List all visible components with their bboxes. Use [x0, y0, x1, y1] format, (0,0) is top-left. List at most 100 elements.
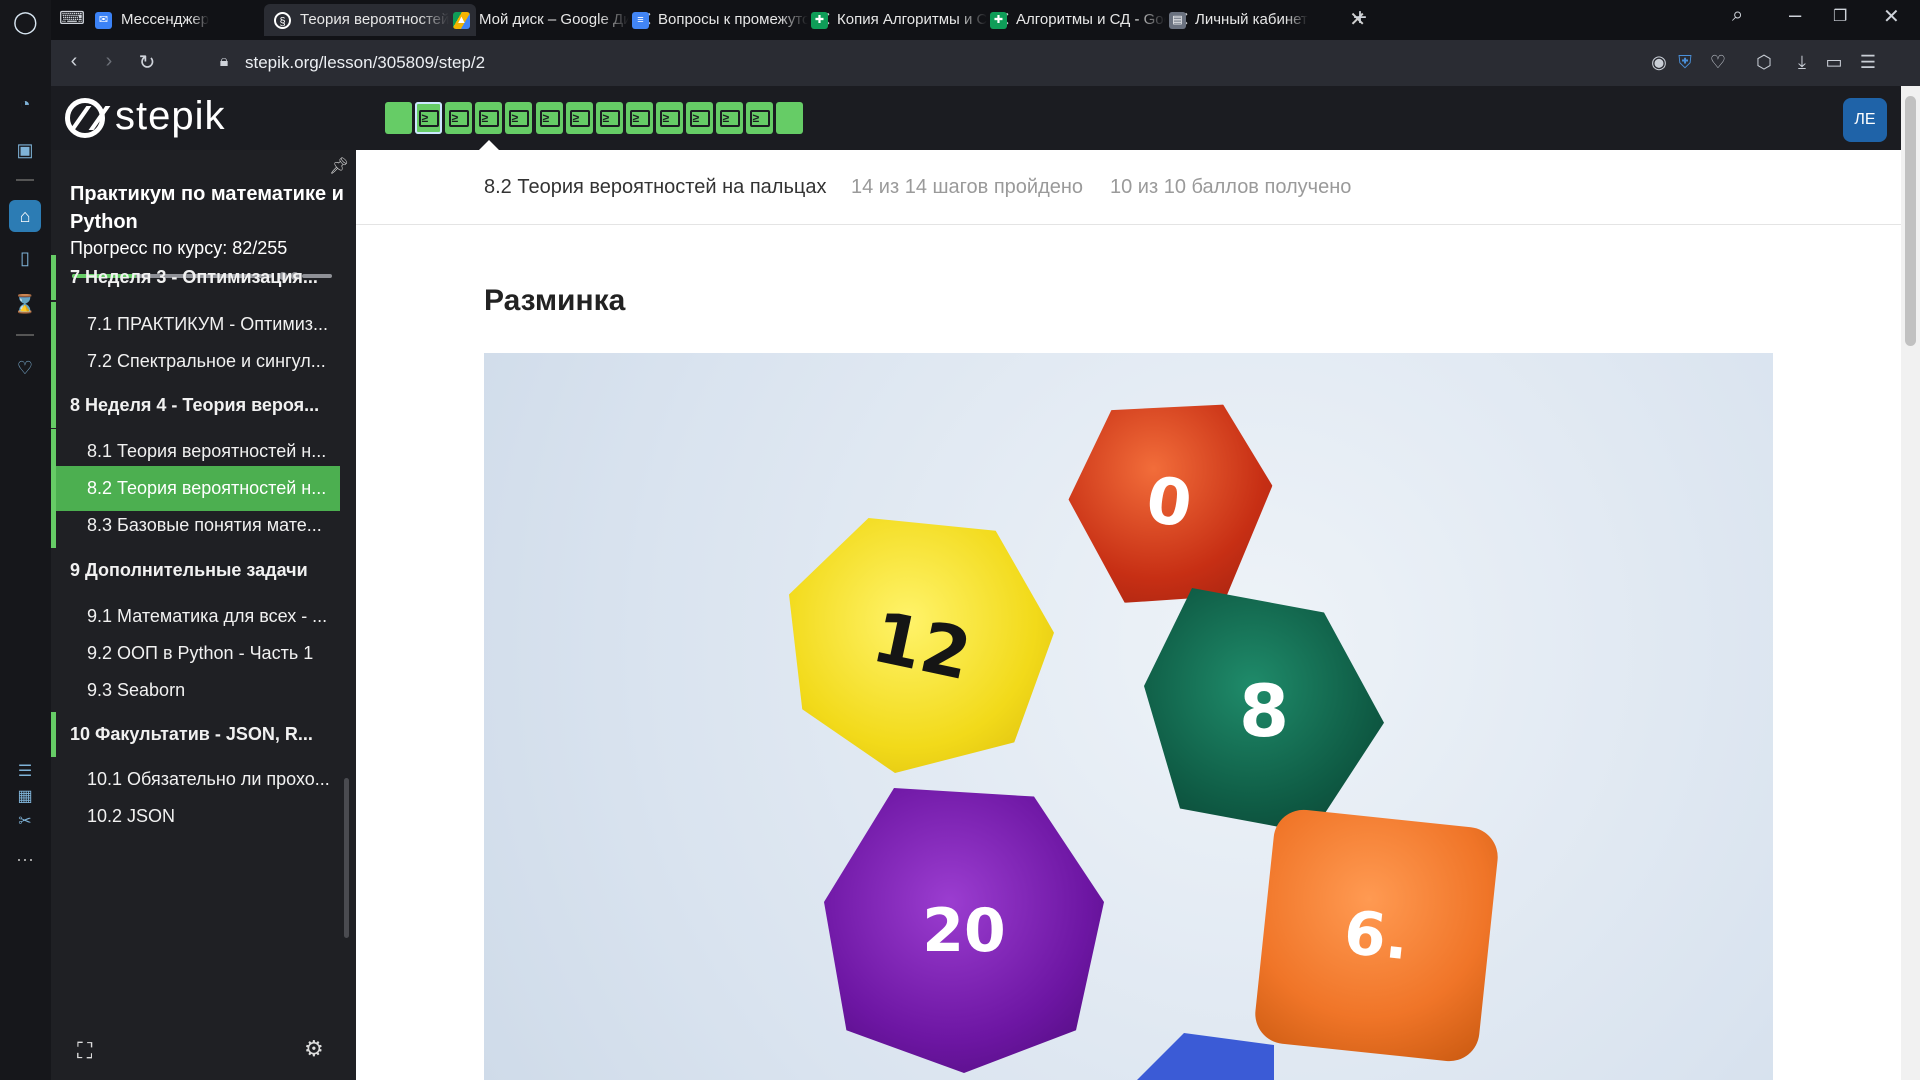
restore-button[interactable]: ❐ — [1833, 6, 1847, 26]
url-field[interactable]: stepik.org/lesson/305809/step/2 — [245, 53, 485, 73]
sidebar-lesson-item[interactable]: 8.3 Базовые понятия мате... — [51, 503, 340, 548]
code-step-icon: ≥ — [689, 110, 710, 127]
code-step-icon: ≥ — [418, 110, 439, 127]
easy-setup-icon[interactable]: ☰ — [1857, 52, 1879, 73]
code-step-icon: ≥ — [719, 110, 740, 127]
code-step-icon: ≥ — [659, 110, 680, 127]
lesson-score: 10 из 10 баллов получено — [1110, 176, 1352, 198]
heart-icon[interactable]: ♡ — [1707, 52, 1729, 73]
google-drive-icon: ▲ — [453, 12, 470, 29]
tab-label: Копия Алгоритмы и СД — [837, 11, 987, 28]
orange-d6-die: 6. — [1252, 806, 1501, 1065]
sidebar-lesson-item[interactable]: 10.2 JSON — [51, 794, 340, 839]
tab-label: Вопросы к промежуточной — [658, 11, 808, 28]
extensions-cube-icon[interactable]: ⬡ — [1753, 52, 1775, 73]
sidebar-lesson-item[interactable]: 7.2 Спектральное и сингул... — [51, 339, 340, 384]
step-9-button[interactable]: ≥ — [626, 102, 653, 134]
sidebar-scrollbar[interactable] — [344, 778, 349, 938]
lesson-steps-progress: 14 из 14 шагов пройдено — [851, 176, 1084, 198]
fullscreen-icon[interactable]: ⛶ — [77, 1038, 92, 1064]
code-step-icon: ≥ — [478, 110, 499, 127]
stepik-logo-icon[interactable] — [65, 98, 105, 138]
reload-icon[interactable]: ↻ — [134, 50, 160, 75]
page-icon: ▤ — [1169, 12, 1186, 29]
code-step-icon: ≥ — [599, 110, 620, 127]
step-10-button[interactable]: ≥ — [656, 102, 683, 134]
red-d8-die: 0 — [1055, 385, 1282, 621]
step-8-button[interactable]: ≥ — [596, 102, 623, 134]
google-docs-icon: ≡ — [632, 12, 649, 29]
avatar[interactable]: ЛЕ — [1843, 98, 1887, 142]
search-tabs-icon[interactable]: ⌕ — [1732, 4, 1743, 27]
step-12-button[interactable]: ≥ — [716, 102, 743, 134]
minimize-button[interactable]: – — [1789, 2, 1801, 28]
bookmarks-icon[interactable]: ▯ — [13, 246, 37, 270]
close-window-button[interactable]: ✕ — [1883, 4, 1900, 29]
dice-photo: 0 12 8 20 6. — [484, 353, 1773, 1080]
tab-label: Алгоритмы и СД - Google — [1016, 11, 1166, 28]
tab-strip: ⌨ ✉ Мессенджер ✕ § Теория вероятностей ✕… — [51, 0, 1920, 40]
die-number: 6. — [1340, 897, 1413, 974]
die-number: 20 — [922, 895, 1006, 966]
camera-icon[interactable]: ◉ — [1648, 52, 1670, 73]
page-scrollbar-thumb[interactable] — [1905, 96, 1916, 346]
code-step-icon: ≥ — [508, 110, 529, 127]
stepik-logo-text[interactable]: stepik — [115, 94, 226, 139]
course-title[interactable]: Практикум по математике и Python — [70, 180, 350, 236]
sidebar-section[interactable]: 7 Неделя 3 - Оптимизация... — [51, 255, 340, 300]
forward-icon[interactable]: › — [96, 50, 122, 73]
google-sheets-icon: ✚ — [990, 12, 1007, 29]
step-1-button[interactable] — [385, 102, 412, 134]
workspace-icon[interactable]: ▣ — [13, 138, 37, 162]
sidebar-section[interactable]: 9 Дополнительные задачи — [51, 548, 340, 593]
step-3-button[interactable]: ≥ — [445, 102, 472, 134]
step-heading: Разминка — [484, 284, 626, 317]
sidebar-section[interactable]: 8 Неделя 4 - Теория вероя... — [51, 383, 340, 428]
course-sidebar: 📌︎ Практикум по математике и Python Прог… — [51, 150, 356, 1080]
page-scrollbar[interactable] — [1901, 86, 1920, 1080]
cpu-icon[interactable]: ▦ — [13, 785, 37, 809]
messenger-icon: ✉ — [95, 12, 112, 29]
opera-logo-icon[interactable]: ◯ — [13, 10, 38, 34]
lock-icon[interactable]: 🔒︎ — [211, 53, 237, 71]
address-bar: ‹ › ↻ 🔒︎ stepik.org/lesson/305809/step/2… — [51, 40, 1920, 86]
tab-label: Мессенджер — [121, 11, 210, 28]
step-5-button[interactable]: ≥ — [505, 102, 532, 134]
step-4-button[interactable]: ≥ — [475, 102, 502, 134]
download-icon[interactable]: ⤓ — [1791, 52, 1813, 73]
more-icon[interactable]: ⋯ — [13, 848, 37, 872]
tools-icon[interactable]: ✂ — [13, 810, 37, 834]
back-icon[interactable]: ‹ — [61, 50, 87, 73]
step-7-button[interactable]: ≥ — [566, 102, 593, 134]
step-2-button[interactable]: ≥ — [415, 102, 442, 134]
gamepad-icon[interactable]: ⌨ — [59, 8, 85, 29]
step-6-button[interactable]: ≥ — [536, 102, 563, 134]
sidebar-lesson-item[interactable]: 9.3 Seaborn — [51, 668, 340, 713]
code-step-icon: ≥ — [539, 110, 560, 127]
storage-icon[interactable]: ☰ — [13, 760, 37, 784]
die-number: 0 — [1141, 463, 1197, 543]
tab-label: Личный кабинет — [1195, 11, 1308, 28]
step-14-button[interactable] — [776, 102, 803, 134]
gear-icon[interactable]: ⚙ — [304, 1036, 324, 1062]
heart-icon[interactable]: ♡ — [13, 356, 37, 380]
battery-saver-icon[interactable]: ▭ — [1823, 52, 1845, 73]
tab-cabinet[interactable]: ▤ Личный кабинет ✕ — [1159, 4, 1374, 36]
vpn-shield-icon[interactable]: ⛨ — [1674, 52, 1696, 73]
speed-dial-icon[interactable]: ◔ — [13, 92, 37, 116]
stepik-icon: § — [274, 12, 291, 29]
history-icon[interactable]: ⌛ — [13, 292, 37, 316]
purple-d20-die: 20 — [824, 788, 1104, 1073]
step-11-button[interactable]: ≥ — [686, 102, 713, 134]
tab-label: Мой диск – Google Диск — [479, 11, 629, 28]
new-tab-button[interactable]: + — [1353, 4, 1367, 32]
code-step-icon: ≥ — [629, 110, 650, 127]
die-number: 8 — [1238, 668, 1290, 753]
sidebar-section[interactable]: 10 Факультатив - JSON, R... — [51, 712, 340, 757]
pin-icon[interactable]: 📌︎ — [329, 156, 349, 176]
home-icon[interactable]: ⌂ — [9, 200, 41, 232]
lesson-title: 8.2 Теория вероятностей на пальцах — [484, 176, 827, 198]
blue-die — [1124, 1033, 1274, 1080]
browser-side-rail: ◯ ◔ ▣ ⌂ ▯ ⌛ ♡ ☰ ▦ ✂ ⋯ — [0, 0, 51, 1080]
step-13-button[interactable]: ≥ — [746, 102, 773, 134]
